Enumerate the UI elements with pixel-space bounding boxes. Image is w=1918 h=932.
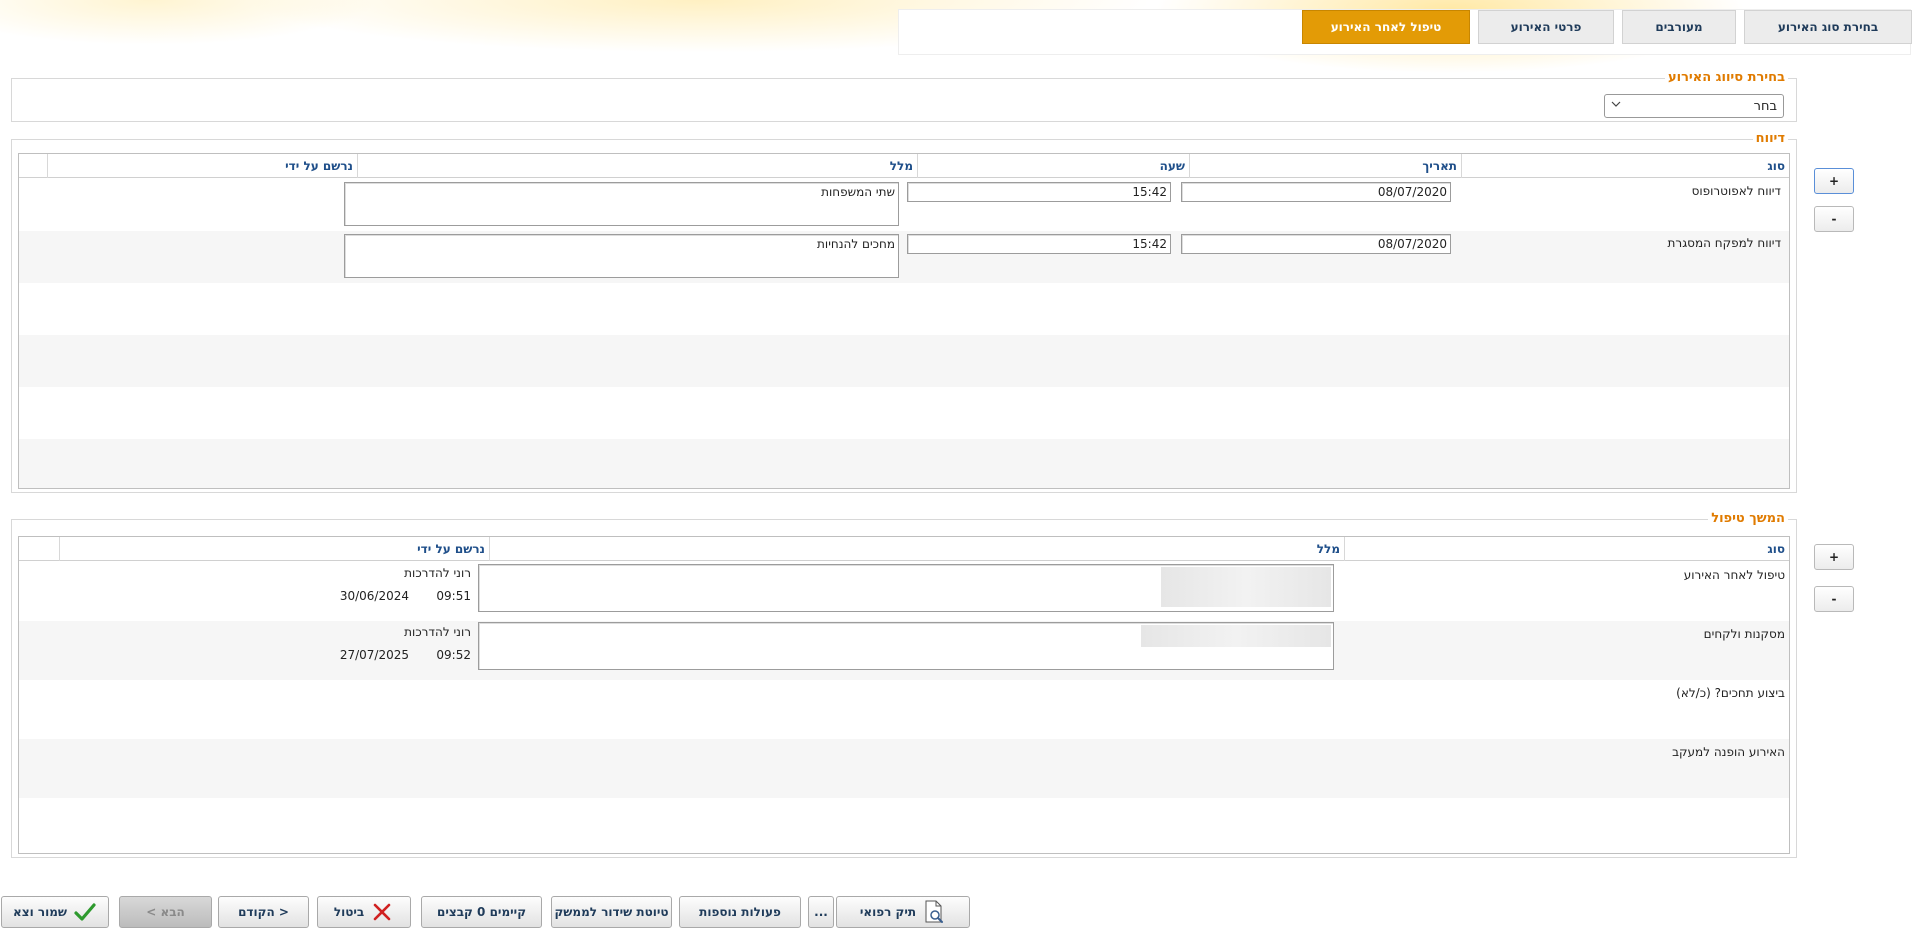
next-button[interactable]: הבא > <box>119 896 212 928</box>
followup-grid: סוג מלל נרשם על ידי טיפול לאחר האירוע רו… <box>18 536 1790 854</box>
bottom-toolbar: שמור וצא הבא > < הקודם ביטול קיימים 0 קב… <box>0 896 980 928</box>
tab-event-type[interactable]: בחירת סוג האירוע <box>1744 10 1912 44</box>
remove-report-button[interactable]: - <box>1814 206 1854 232</box>
ellipsis-button[interactable]: ... <box>808 896 834 928</box>
report-date-input[interactable]: 08/07/2020 <box>1181 234 1451 254</box>
table-row: טיפול לאחר האירוע רוני להדרכות 09:51 30/… <box>19 562 1789 621</box>
recorded-by-name: רוני להדרכות <box>404 625 471 639</box>
col-recorded-by: נרשם על ידי <box>47 154 357 178</box>
report-type: דיווח לאפוטרופוס <box>1691 184 1781 198</box>
recorded-time: 09:52 <box>436 648 471 662</box>
next-label: הבא > <box>146 905 185 919</box>
table-row: דיווח לאפוטרופוס 08/07/2020 15:42 שתי המ… <box>19 179 1789 231</box>
prev-label: < הקודם <box>238 905 289 919</box>
more-actions-label: פעולות נוספות <box>699 905 781 919</box>
followup-type: מסקנות ולקחים <box>1703 627 1785 641</box>
recorded-time: 09:51 <box>436 589 471 603</box>
col-text: מלל <box>357 154 917 178</box>
add-followup-button[interactable]: + <box>1814 544 1854 570</box>
tab-post-event-care[interactable]: טיפול לאחר האירוע <box>1302 10 1470 44</box>
redacted-text <box>1141 625 1331 647</box>
col-time: שעה <box>917 154 1189 178</box>
cancel-button[interactable]: ביטול <box>317 896 411 928</box>
table-row: מסקנות ולקחים רוני להדרכות 09:52 27/07/2… <box>19 621 1789 680</box>
classification-select[interactable]: בחר <box>1604 94 1784 118</box>
save-exit-label: שמור וצא <box>13 905 67 919</box>
empty-row <box>19 387 1789 439</box>
document-search-icon <box>922 900 946 924</box>
reporting-section: דיווח סוג תאריך שעה מלל נרשם על ידי דיוו… <box>11 131 1797 493</box>
checkmark-icon <box>73 900 97 924</box>
col-type: סוג <box>1461 154 1789 178</box>
files-button[interactable]: קיימים 0 קבצים <box>421 896 542 928</box>
col-type: סוג <box>1344 537 1789 561</box>
recorded-date: 30/06/2024 <box>339 589 409 603</box>
tab-involved[interactable]: מעורבים <box>1622 10 1736 44</box>
followup-type: טיפול לאחר האירוע <box>1683 568 1785 582</box>
followup-type: ביצוע תחכים? (כ/לא) <box>1676 686 1785 700</box>
report-time-input[interactable]: 15:42 <box>907 234 1171 254</box>
followup-text-input[interactable] <box>478 622 1334 670</box>
followup-section: המשך טיפול סוג מלל נרשם על ידי טיפול לאח… <box>11 511 1797 858</box>
classification-section: בחירת סיווג האירוע בחר <box>11 70 1797 122</box>
classification-legend: בחירת סיווג האירוע <box>1664 70 1788 85</box>
report-date-input[interactable]: 08/07/2020 <box>1181 182 1451 202</box>
save-exit-button[interactable]: שמור וצא <box>1 896 109 928</box>
table-row: האירוע הופנה למעקב <box>19 739 1789 798</box>
ellipsis-label: ... <box>814 905 828 919</box>
top-tabs: בחירת סוג האירוע מעורבים פרטי האירוע טיפ… <box>1302 10 1912 46</box>
reporting-legend: דיווח <box>1752 131 1788 146</box>
chevron-down-icon <box>1611 99 1621 112</box>
tab-event-details[interactable]: פרטי האירוע <box>1478 10 1614 44</box>
close-icon <box>370 900 394 924</box>
recorded-date: 27/07/2025 <box>339 648 409 662</box>
reporting-grid: סוג תאריך שעה מלל נרשם על ידי דיווח לאפו… <box>18 153 1790 489</box>
redacted-text <box>1161 567 1331 607</box>
followup-type: האירוע הופנה למעקב <box>1672 745 1785 759</box>
report-type: דיווח למפקח המסגרת <box>1667 236 1781 250</box>
col-recorded-by: נרשם על ידי <box>59 537 489 561</box>
remove-followup-button[interactable]: - <box>1814 586 1854 612</box>
more-actions-button[interactable]: פעולות נוספות <box>679 896 801 928</box>
medical-file-label: תיק רפואי <box>859 905 917 919</box>
interface-draft-button[interactable]: טיוטת שידור לממשק <box>551 896 672 928</box>
recorded-by-name: רוני להדרכות <box>404 566 471 580</box>
report-text-input[interactable]: שתי המשפחות <box>344 182 899 226</box>
table-row: דיווח למפקח המסגרת 08/07/2020 15:42 מחכי… <box>19 231 1789 283</box>
add-report-button[interactable]: + <box>1814 168 1854 194</box>
cancel-label: ביטול <box>333 905 365 919</box>
empty-row <box>19 283 1789 335</box>
interface-draft-label: טיוטת שידור לממשק <box>554 905 669 919</box>
report-time-input[interactable]: 15:42 <box>907 182 1171 202</box>
classification-select-value: בחר <box>1753 98 1777 114</box>
followup-legend: המשך טיפול <box>1708 511 1788 526</box>
col-date: תאריך <box>1189 154 1461 178</box>
col-text: מלל <box>489 537 1344 561</box>
medical-file-button[interactable]: תיק רפואי <box>836 896 970 928</box>
prev-button[interactable]: < הקודם <box>218 896 309 928</box>
table-row: ביצוע תחכים? (כ/לא) <box>19 680 1789 739</box>
empty-row <box>19 798 1789 853</box>
followup-text-input[interactable] <box>478 564 1334 612</box>
followup-grid-header: סוג מלל נרשם על ידי <box>19 537 1789 561</box>
empty-row <box>19 335 1789 387</box>
report-text-input[interactable]: מחכים להנחיות <box>344 234 899 278</box>
files-label: קיימים 0 קבצים <box>436 905 527 919</box>
reporting-grid-header: סוג תאריך שעה מלל נרשם על ידי <box>19 154 1789 178</box>
empty-row <box>19 439 1789 488</box>
